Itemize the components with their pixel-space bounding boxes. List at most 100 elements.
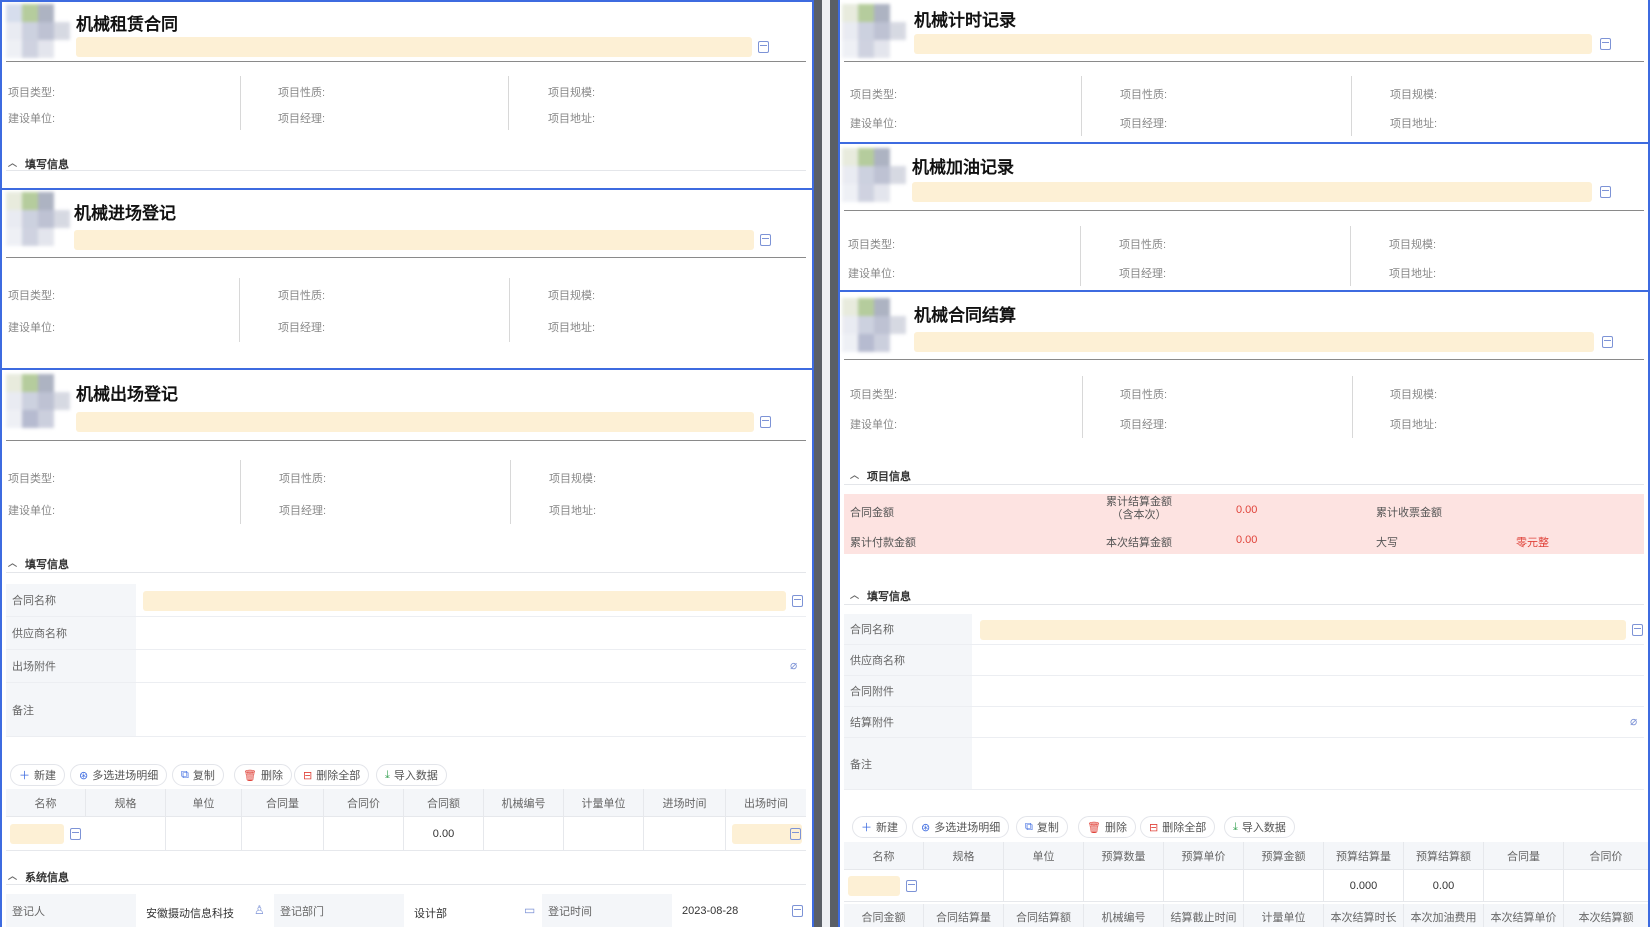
paperclip-icon[interactable]: ⌀ — [790, 658, 797, 672]
column-header[interactable]: 预算单价 — [1164, 842, 1244, 869]
delete-button[interactable]: 🗑 删除 — [1078, 816, 1136, 838]
form-icon[interactable] — [792, 595, 803, 607]
field-label: 备注 — [844, 738, 972, 789]
import-button[interactable]: ⤓ 导入数据 — [376, 764, 447, 786]
column-header[interactable]: 预算结算额 — [1404, 842, 1484, 869]
form-icon[interactable] — [1632, 624, 1643, 636]
form-icon[interactable] — [1600, 38, 1611, 50]
column-header[interactable]: 合同结算量 — [924, 904, 1004, 927]
info-label: 项目经理: — [1120, 118, 1168, 130]
info-label: 项目经理: — [279, 505, 327, 517]
info-label: 项目地址: — [1389, 268, 1437, 280]
avatar — [842, 148, 906, 202]
column-header[interactable]: 结算截止时间 — [1164, 904, 1244, 927]
page-title: 机械计时记录 — [914, 11, 1016, 30]
copy-button[interactable]: ⧉ 复制 — [172, 764, 224, 786]
multi-select-button[interactable]: ⊛ 多选进场明细 — [70, 764, 168, 786]
info-label: 项目经理: — [278, 322, 326, 334]
column-header[interactable]: 单位 — [1004, 842, 1084, 869]
column-header[interactable]: 预算数量 — [1084, 842, 1164, 869]
calendar-icon[interactable] — [792, 905, 803, 917]
card-timing-record: 机械计时记录 项目类型: 项目性质: 项目规模: 建设单位: 项目经理: 项目地… — [838, 0, 1650, 144]
column-header[interactable]: 本次结算单价 — [1484, 904, 1564, 927]
section-header[interactable]: 填写信息 — [850, 588, 911, 604]
title-input[interactable] — [914, 34, 1592, 54]
org-icon[interactable]: ▭ — [524, 903, 535, 917]
user-icon[interactable]: ♙ — [254, 903, 265, 917]
column-header[interactable]: 本次结算额 — [1564, 904, 1648, 927]
column-header[interactable]: 预算金额 — [1244, 842, 1324, 869]
time-value[interactable]: 2023-08-28 — [682, 905, 738, 917]
column-header[interactable]: 名称 — [844, 842, 924, 869]
column-header[interactable]: 名称 — [6, 789, 86, 816]
column-header[interactable]: 合同价 — [324, 789, 404, 816]
column-header[interactable]: 本次结算时长 — [1324, 904, 1404, 927]
info-label: 项目类型: — [850, 389, 898, 401]
column-header[interactable]: 机械编号 — [484, 789, 564, 816]
field-label: 合同金额 — [850, 507, 894, 519]
column-header[interactable]: 规格 — [86, 789, 166, 816]
form-icon[interactable] — [760, 234, 771, 246]
field-label: 登记部门 — [274, 894, 404, 927]
contract-name-input[interactable] — [980, 620, 1626, 640]
section-header[interactable]: 项目信息 — [850, 468, 911, 484]
form-icon[interactable] — [1600, 186, 1611, 198]
column-header[interactable]: 进场时间 — [644, 789, 726, 816]
delete-all-button[interactable]: ⊟ 删除全部 — [1140, 816, 1216, 838]
copy-button[interactable]: ⧉ 复制 — [1016, 816, 1068, 838]
form-icon[interactable] — [1602, 336, 1613, 348]
this-settle-value: 0.00 — [1236, 534, 1258, 546]
title-input[interactable] — [74, 230, 754, 250]
column-header[interactable]: 合同额 — [404, 789, 484, 816]
column-divider — [812, 0, 840, 927]
multi-select-button[interactable]: ⊛ 多选进场明细 — [912, 816, 1010, 838]
contract-name-input[interactable] — [143, 591, 786, 611]
form-icon[interactable] — [760, 416, 771, 428]
title-input[interactable] — [914, 332, 1594, 352]
table-row: 0.000 0.00 — [844, 870, 1648, 902]
column-header[interactable]: 合同结算额 — [1004, 904, 1084, 927]
field-label: 累计结算金额 （含本次） — [1106, 496, 1172, 521]
field-label: 累计付款金额 — [850, 537, 916, 549]
field-label: 合同名称 — [844, 614, 972, 644]
new-button[interactable]: ＋新建 — [852, 816, 907, 838]
column-header[interactable]: 计量单位 — [564, 789, 644, 816]
column-header[interactable]: 单位 — [166, 789, 242, 816]
card-rental-contract: 机械租赁合同 项目类型: 项目性质: 项目规模: 建设单位: 项目经理: 项目地… — [0, 0, 814, 190]
info-label: 项目性质: — [278, 290, 326, 302]
page-title: 机械租赁合同 — [76, 15, 178, 34]
delete-button[interactable]: 🗑 删除 — [234, 764, 292, 786]
delete-all-button[interactable]: ⊟ 删除全部 — [294, 764, 370, 786]
title-input[interactable] — [912, 182, 1592, 202]
column-header[interactable]: 规格 — [924, 842, 1004, 869]
avatar — [842, 4, 906, 58]
field-label: 合同附件 — [844, 676, 972, 706]
column-header[interactable]: 合同价 — [1564, 842, 1648, 869]
info-label: 项目类型: — [848, 239, 896, 251]
column-header[interactable]: 机械编号 — [1084, 904, 1164, 927]
import-button[interactable]: ⤓ 导入数据 — [1224, 816, 1295, 838]
column-header[interactable]: 预算结算量 — [1324, 842, 1404, 869]
form-icon[interactable] — [758, 41, 769, 53]
column-header[interactable]: 出场时间 — [726, 789, 806, 816]
field-label: 备注 — [6, 683, 136, 736]
title-input[interactable] — [76, 412, 754, 432]
dept-value[interactable]: 设计部 — [414, 905, 447, 921]
form-row-attachment: 出场附件 ⌀ — [6, 650, 806, 683]
section-header[interactable]: 系统信息 — [8, 869, 69, 885]
info-label: 项目经理: — [1119, 268, 1167, 280]
new-button[interactable]: ＋新建 — [10, 764, 65, 786]
registrar-value[interactable]: 安徽摄动信息科技 — [146, 905, 234, 921]
column-header[interactable]: 合同量 — [1484, 842, 1564, 869]
column-header[interactable]: 计量单位 — [1244, 904, 1324, 927]
column-header[interactable]: 合同金额 — [844, 904, 924, 927]
form-row-contract-name: 合同名称 — [844, 614, 1644, 645]
title-input[interactable] — [76, 37, 752, 57]
capital-value: 零元整 — [1516, 537, 1549, 549]
paperclip-icon[interactable]: ⌀ — [1630, 714, 1637, 728]
section-header[interactable]: 填写信息 — [8, 556, 69, 572]
column-header[interactable]: 本次加油费用 — [1404, 904, 1484, 927]
column-header[interactable]: 合同量 — [242, 789, 324, 816]
calendar-icon[interactable] — [790, 828, 801, 840]
page-title: 机械加油记录 — [912, 158, 1014, 177]
